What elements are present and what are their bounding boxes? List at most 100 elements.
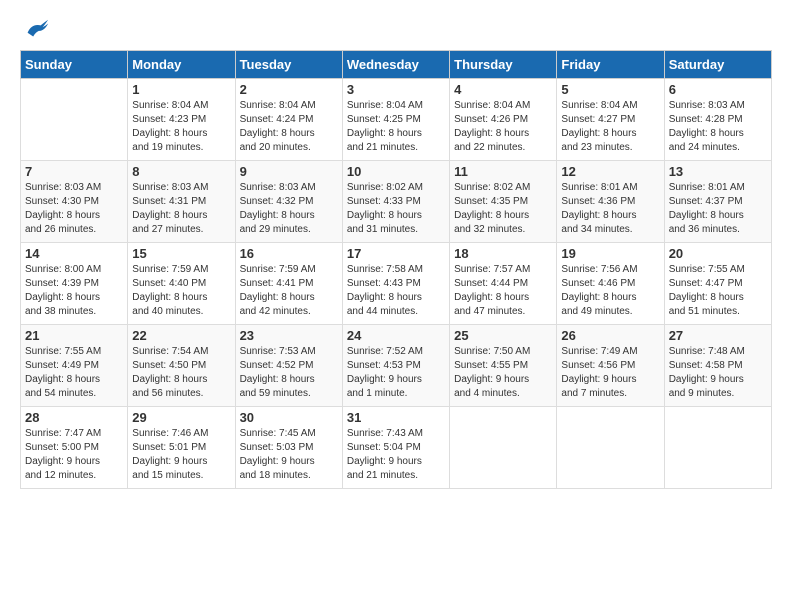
- day-number: 16: [240, 246, 338, 261]
- day-number: 26: [561, 328, 659, 343]
- day-info: Sunrise: 8:03 AM Sunset: 4:31 PM Dayligh…: [132, 181, 230, 237]
- calendar-day-cell: 21 Sunrise: 7:55 AM Sunset: 4:49 PM Dayli…: [21, 325, 128, 407]
- calendar-day-cell: 13Sunrise: 8:01 AM Sunset: 4:37 PM Dayli…: [664, 161, 771, 243]
- day-number: 18: [454, 246, 552, 261]
- day-info: Sunrise: 8:04 AM Sunset: 4:27 PM Dayligh…: [561, 99, 659, 155]
- calendar-day-cell: 17 Sunrise: 7:58 AM Sunset: 4:43 PM Dayli…: [342, 243, 449, 325]
- day-number: 9: [240, 164, 338, 179]
- day-number: 29: [132, 410, 230, 425]
- day-info: Sunrise: 7:50 AM Sunset: 4:55 PM Dayligh…: [454, 345, 552, 401]
- day-number: 5: [561, 82, 659, 97]
- day-info: Sunrise: 8:03 AM Sunset: 4:28 PM Dayligh…: [669, 99, 767, 155]
- day-info: Sunrise: 7:52 AM Sunset: 4:53 PM Dayligh…: [347, 345, 445, 401]
- calendar-week-row: 1 Sunrise: 8:04 AM Sunset: 4:23 PM Daylig…: [21, 79, 772, 161]
- day-number: 7: [25, 164, 123, 179]
- logo: [20, 16, 50, 40]
- day-number: 31: [347, 410, 445, 425]
- weekday-header: Saturday: [664, 51, 771, 79]
- day-info: Sunrise: 7:59 AM Sunset: 4:41 PM Dayligh…: [240, 263, 338, 319]
- day-number: 2: [240, 82, 338, 97]
- day-number: 24: [347, 328, 445, 343]
- calendar-day-cell: 1 Sunrise: 8:04 AM Sunset: 4:23 PM Daylig…: [128, 79, 235, 161]
- calendar-day-cell: 31Sunrise: 7:43 AM Sunset: 5:04 PM Dayli…: [342, 407, 449, 489]
- day-number: 11: [454, 164, 552, 179]
- day-number: 21: [25, 328, 123, 343]
- calendar-day-cell: 14 Sunrise: 8:00 AM Sunset: 4:39 PM Dayli…: [21, 243, 128, 325]
- calendar-day-cell: 4 Sunrise: 8:04 AM Sunset: 4:26 PM Daylig…: [450, 79, 557, 161]
- calendar-day-cell: 7 Sunrise: 8:03 AM Sunset: 4:30 PM Daylig…: [21, 161, 128, 243]
- day-info: Sunrise: 7:55 AM Sunset: 4:47 PM Dayligh…: [669, 263, 767, 319]
- day-info: Sunrise: 8:01 AM Sunset: 4:37 PM Dayligh…: [669, 181, 767, 237]
- calendar-day-cell: [450, 407, 557, 489]
- day-info: Sunrise: 7:56 AM Sunset: 4:46 PM Dayligh…: [561, 263, 659, 319]
- day-info: Sunrise: 8:04 AM Sunset: 4:25 PM Dayligh…: [347, 99, 445, 155]
- day-info: Sunrise: 7:49 AM Sunset: 4:56 PM Dayligh…: [561, 345, 659, 401]
- day-number: 25: [454, 328, 552, 343]
- day-number: 14: [25, 246, 123, 261]
- calendar-day-cell: 27 Sunrise: 7:48 AM Sunset: 4:58 PM Dayli…: [664, 325, 771, 407]
- day-number: 27: [669, 328, 767, 343]
- day-info: Sunrise: 7:59 AM Sunset: 4:40 PM Dayligh…: [132, 263, 230, 319]
- day-number: 15: [132, 246, 230, 261]
- calendar-day-cell: 3 Sunrise: 8:04 AM Sunset: 4:25 PM Daylig…: [342, 79, 449, 161]
- day-info: Sunrise: 7:53 AM Sunset: 4:52 PM Dayligh…: [240, 345, 338, 401]
- calendar-day-cell: [664, 407, 771, 489]
- calendar-day-cell: [557, 407, 664, 489]
- day-info: Sunrise: 7:55 AM Sunset: 4:49 PM Dayligh…: [25, 345, 123, 401]
- calendar-day-cell: 6 Sunrise: 8:03 AM Sunset: 4:28 PM Daylig…: [664, 79, 771, 161]
- day-number: 10: [347, 164, 445, 179]
- day-number: 3: [347, 82, 445, 97]
- day-number: 8: [132, 164, 230, 179]
- page-container: SundayMondayTuesdayWednesdayThursdayFrid…: [0, 0, 792, 499]
- calendar-day-cell: 18 Sunrise: 7:57 AM Sunset: 4:44 PM Dayli…: [450, 243, 557, 325]
- calendar-day-cell: 5 Sunrise: 8:04 AM Sunset: 4:27 PM Daylig…: [557, 79, 664, 161]
- day-info: Sunrise: 8:01 AM Sunset: 4:36 PM Dayligh…: [561, 181, 659, 237]
- calendar-day-cell: 22Sunrise: 7:54 AM Sunset: 4:50 PM Dayli…: [128, 325, 235, 407]
- calendar-week-row: 14 Sunrise: 8:00 AM Sunset: 4:39 PM Dayli…: [21, 243, 772, 325]
- calendar-day-cell: 9 Sunrise: 8:03 AM Sunset: 4:32 PM Daylig…: [235, 161, 342, 243]
- logo-bird-icon: [22, 16, 50, 44]
- weekday-header: Thursday: [450, 51, 557, 79]
- day-info: Sunrise: 7:48 AM Sunset: 4:58 PM Dayligh…: [669, 345, 767, 401]
- page-header: [20, 16, 772, 40]
- calendar-day-cell: 19 Sunrise: 7:56 AM Sunset: 4:46 PM Dayli…: [557, 243, 664, 325]
- day-number: 30: [240, 410, 338, 425]
- day-info: Sunrise: 8:04 AM Sunset: 4:26 PM Dayligh…: [454, 99, 552, 155]
- day-number: 20: [669, 246, 767, 261]
- calendar-week-row: 28Sunrise: 7:47 AM Sunset: 5:00 PM Dayli…: [21, 407, 772, 489]
- weekday-header: Wednesday: [342, 51, 449, 79]
- day-number: 28: [25, 410, 123, 425]
- day-info: Sunrise: 8:02 AM Sunset: 4:35 PM Dayligh…: [454, 181, 552, 237]
- day-info: Sunrise: 8:04 AM Sunset: 4:23 PM Dayligh…: [132, 99, 230, 155]
- day-number: 1: [132, 82, 230, 97]
- calendar-day-cell: 29Sunrise: 7:46 AM Sunset: 5:01 PM Dayli…: [128, 407, 235, 489]
- day-info: Sunrise: 7:57 AM Sunset: 4:44 PM Dayligh…: [454, 263, 552, 319]
- day-info: Sunrise: 7:58 AM Sunset: 4:43 PM Dayligh…: [347, 263, 445, 319]
- calendar-day-cell: 25 Sunrise: 7:50 AM Sunset: 4:55 PM Dayli…: [450, 325, 557, 407]
- calendar-day-cell: 24 Sunrise: 7:52 AM Sunset: 4:53 PM Dayli…: [342, 325, 449, 407]
- day-info: Sunrise: 8:04 AM Sunset: 4:24 PM Dayligh…: [240, 99, 338, 155]
- calendar-day-cell: [21, 79, 128, 161]
- day-info: Sunrise: 7:45 AM Sunset: 5:03 PM Dayligh…: [240, 427, 338, 483]
- calendar-week-row: 21 Sunrise: 7:55 AM Sunset: 4:49 PM Dayli…: [21, 325, 772, 407]
- calendar-day-cell: 8 Sunrise: 8:03 AM Sunset: 4:31 PM Daylig…: [128, 161, 235, 243]
- calendar-day-cell: 23 Sunrise: 7:53 AM Sunset: 4:52 PM Dayli…: [235, 325, 342, 407]
- day-info: Sunrise: 7:54 AM Sunset: 4:50 PM Dayligh…: [132, 345, 230, 401]
- calendar-day-cell: 26 Sunrise: 7:49 AM Sunset: 4:56 PM Dayli…: [557, 325, 664, 407]
- calendar-day-cell: 2 Sunrise: 8:04 AM Sunset: 4:24 PM Daylig…: [235, 79, 342, 161]
- day-info: Sunrise: 8:00 AM Sunset: 4:39 PM Dayligh…: [25, 263, 123, 319]
- weekday-header: Friday: [557, 51, 664, 79]
- calendar-day-cell: 12Sunrise: 8:01 AM Sunset: 4:36 PM Dayli…: [557, 161, 664, 243]
- day-number: 17: [347, 246, 445, 261]
- calendar-header-row: SundayMondayTuesdayWednesdayThursdayFrid…: [21, 51, 772, 79]
- day-info: Sunrise: 8:02 AM Sunset: 4:33 PM Dayligh…: [347, 181, 445, 237]
- day-info: Sunrise: 8:03 AM Sunset: 4:30 PM Dayligh…: [25, 181, 123, 237]
- calendar-day-cell: 16 Sunrise: 7:59 AM Sunset: 4:41 PM Dayli…: [235, 243, 342, 325]
- day-number: 6: [669, 82, 767, 97]
- calendar-table: SundayMondayTuesdayWednesdayThursdayFrid…: [20, 50, 772, 489]
- day-info: Sunrise: 8:03 AM Sunset: 4:32 PM Dayligh…: [240, 181, 338, 237]
- day-number: 23: [240, 328, 338, 343]
- day-number: 19: [561, 246, 659, 261]
- calendar-day-cell: 20 Sunrise: 7:55 AM Sunset: 4:47 PM Dayli…: [664, 243, 771, 325]
- day-number: 4: [454, 82, 552, 97]
